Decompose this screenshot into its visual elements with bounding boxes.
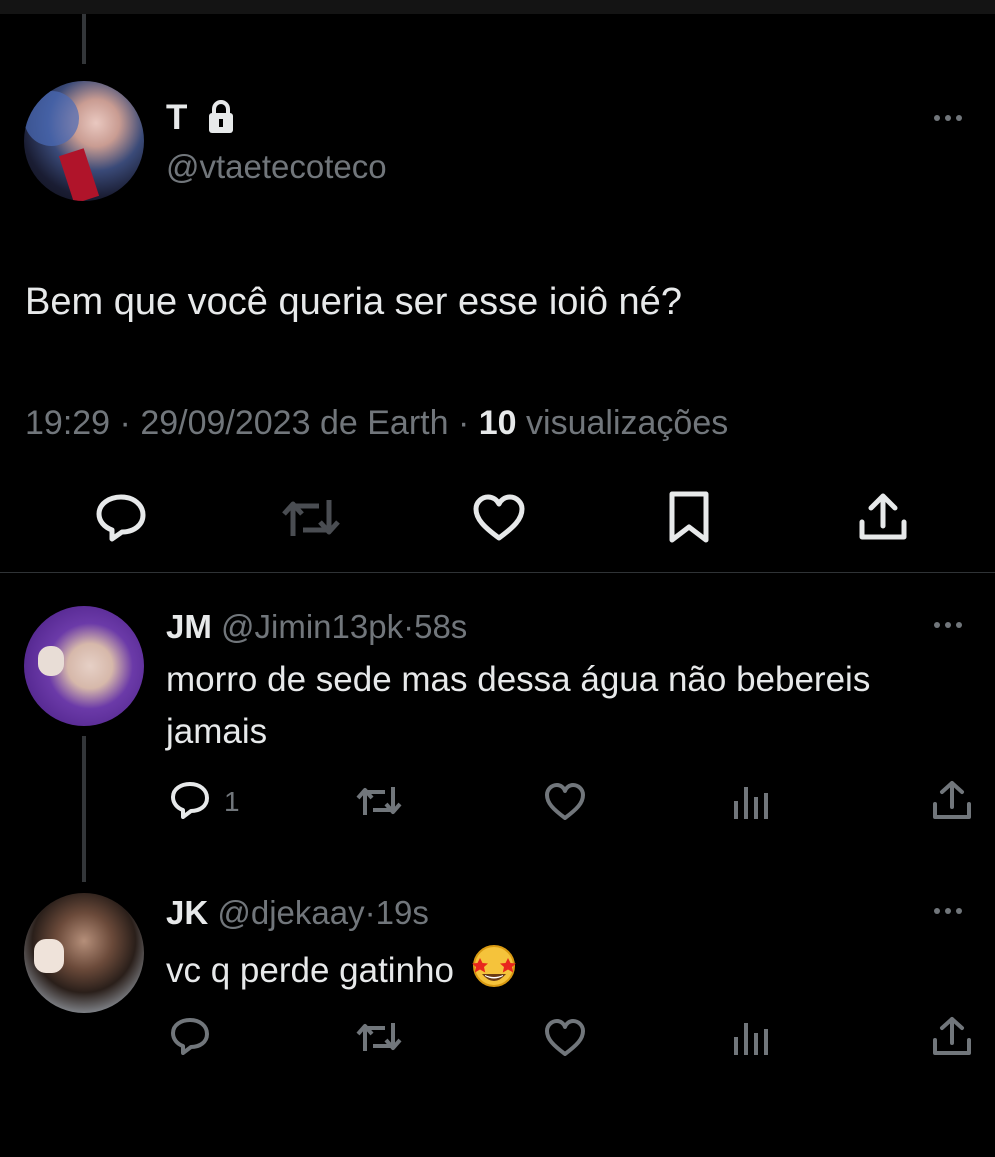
views-icon[interactable] — [732, 783, 770, 821]
more-options-icon[interactable] — [934, 622, 962, 628]
handle[interactable]: @Jimin13pk — [221, 608, 403, 645]
tweet-text: Bem que você queria ser esse ioiô né? — [25, 281, 682, 323]
reply-icon[interactable] — [170, 1017, 210, 1055]
reply-icon[interactable] — [94, 492, 148, 542]
reply-text-line-2: jamais — [166, 712, 268, 751]
meta-separator: · — [364, 894, 376, 931]
like-icon[interactable] — [544, 1019, 586, 1057]
avatar-main[interactable] — [24, 81, 144, 201]
more-options-icon[interactable] — [934, 115, 962, 121]
timestamp[interactable]: 19s — [376, 894, 429, 931]
reply-text: vc q perde gatinho — [166, 944, 518, 994]
reply-icon[interactable] — [170, 781, 210, 819]
timestamp[interactable]: 58s — [414, 608, 467, 645]
share-icon[interactable] — [930, 1014, 974, 1058]
retweet-icon[interactable] — [356, 784, 402, 818]
tweet-meta: 19:29 · 29/09/2023 de Earth · 10 visuali… — [25, 402, 728, 444]
meta-separator: · — [403, 608, 415, 645]
views-count: 10 — [478, 404, 517, 442]
tweet-time: 19:29 — [25, 404, 111, 442]
thread-line-top — [82, 14, 86, 64]
more-options-icon[interactable] — [934, 908, 962, 914]
views-label: visualizações — [526, 404, 729, 442]
views-icon[interactable] — [732, 1019, 770, 1057]
share-icon[interactable] — [930, 778, 974, 822]
retweet-icon[interactable] — [281, 496, 341, 540]
like-icon[interactable] — [472, 494, 526, 542]
reply-text-line-1: morro de sede mas dessa água não beberei… — [166, 660, 871, 699]
reply-text-content: vc q perde gatinho — [166, 951, 454, 990]
meta-separator: · — [119, 404, 131, 442]
avatar-jm[interactable] — [24, 606, 144, 726]
retweet-icon[interactable] — [356, 1020, 402, 1054]
bookmark-icon[interactable] — [667, 490, 711, 544]
reply-count: 1 — [224, 786, 240, 817]
avatar-jk[interactable] — [24, 893, 144, 1013]
top-edge — [0, 0, 995, 14]
display-name[interactable]: T — [166, 98, 187, 138]
handle[interactable]: @djekaay — [217, 894, 364, 931]
source-prefix: de — [319, 404, 358, 442]
share-icon[interactable] — [856, 490, 910, 544]
lock-icon — [206, 99, 236, 135]
thread-line-jm — [82, 736, 86, 882]
tweet-date: 29/09/2023 — [140, 404, 311, 442]
tweet-source[interactable]: Earth — [367, 404, 448, 442]
handle[interactable]: @vtaetecoteco — [166, 147, 387, 187]
reply-header: JK @djekaay·19s — [166, 892, 429, 934]
display-name[interactable]: JK — [166, 894, 208, 931]
divider — [0, 572, 995, 573]
meta-separator: · — [457, 404, 470, 442]
display-name[interactable]: JM — [166, 608, 212, 645]
star-struck-emoji-icon — [470, 944, 518, 988]
like-icon[interactable] — [544, 783, 586, 821]
reply-header: JM @Jimin13pk·58s — [166, 606, 467, 648]
